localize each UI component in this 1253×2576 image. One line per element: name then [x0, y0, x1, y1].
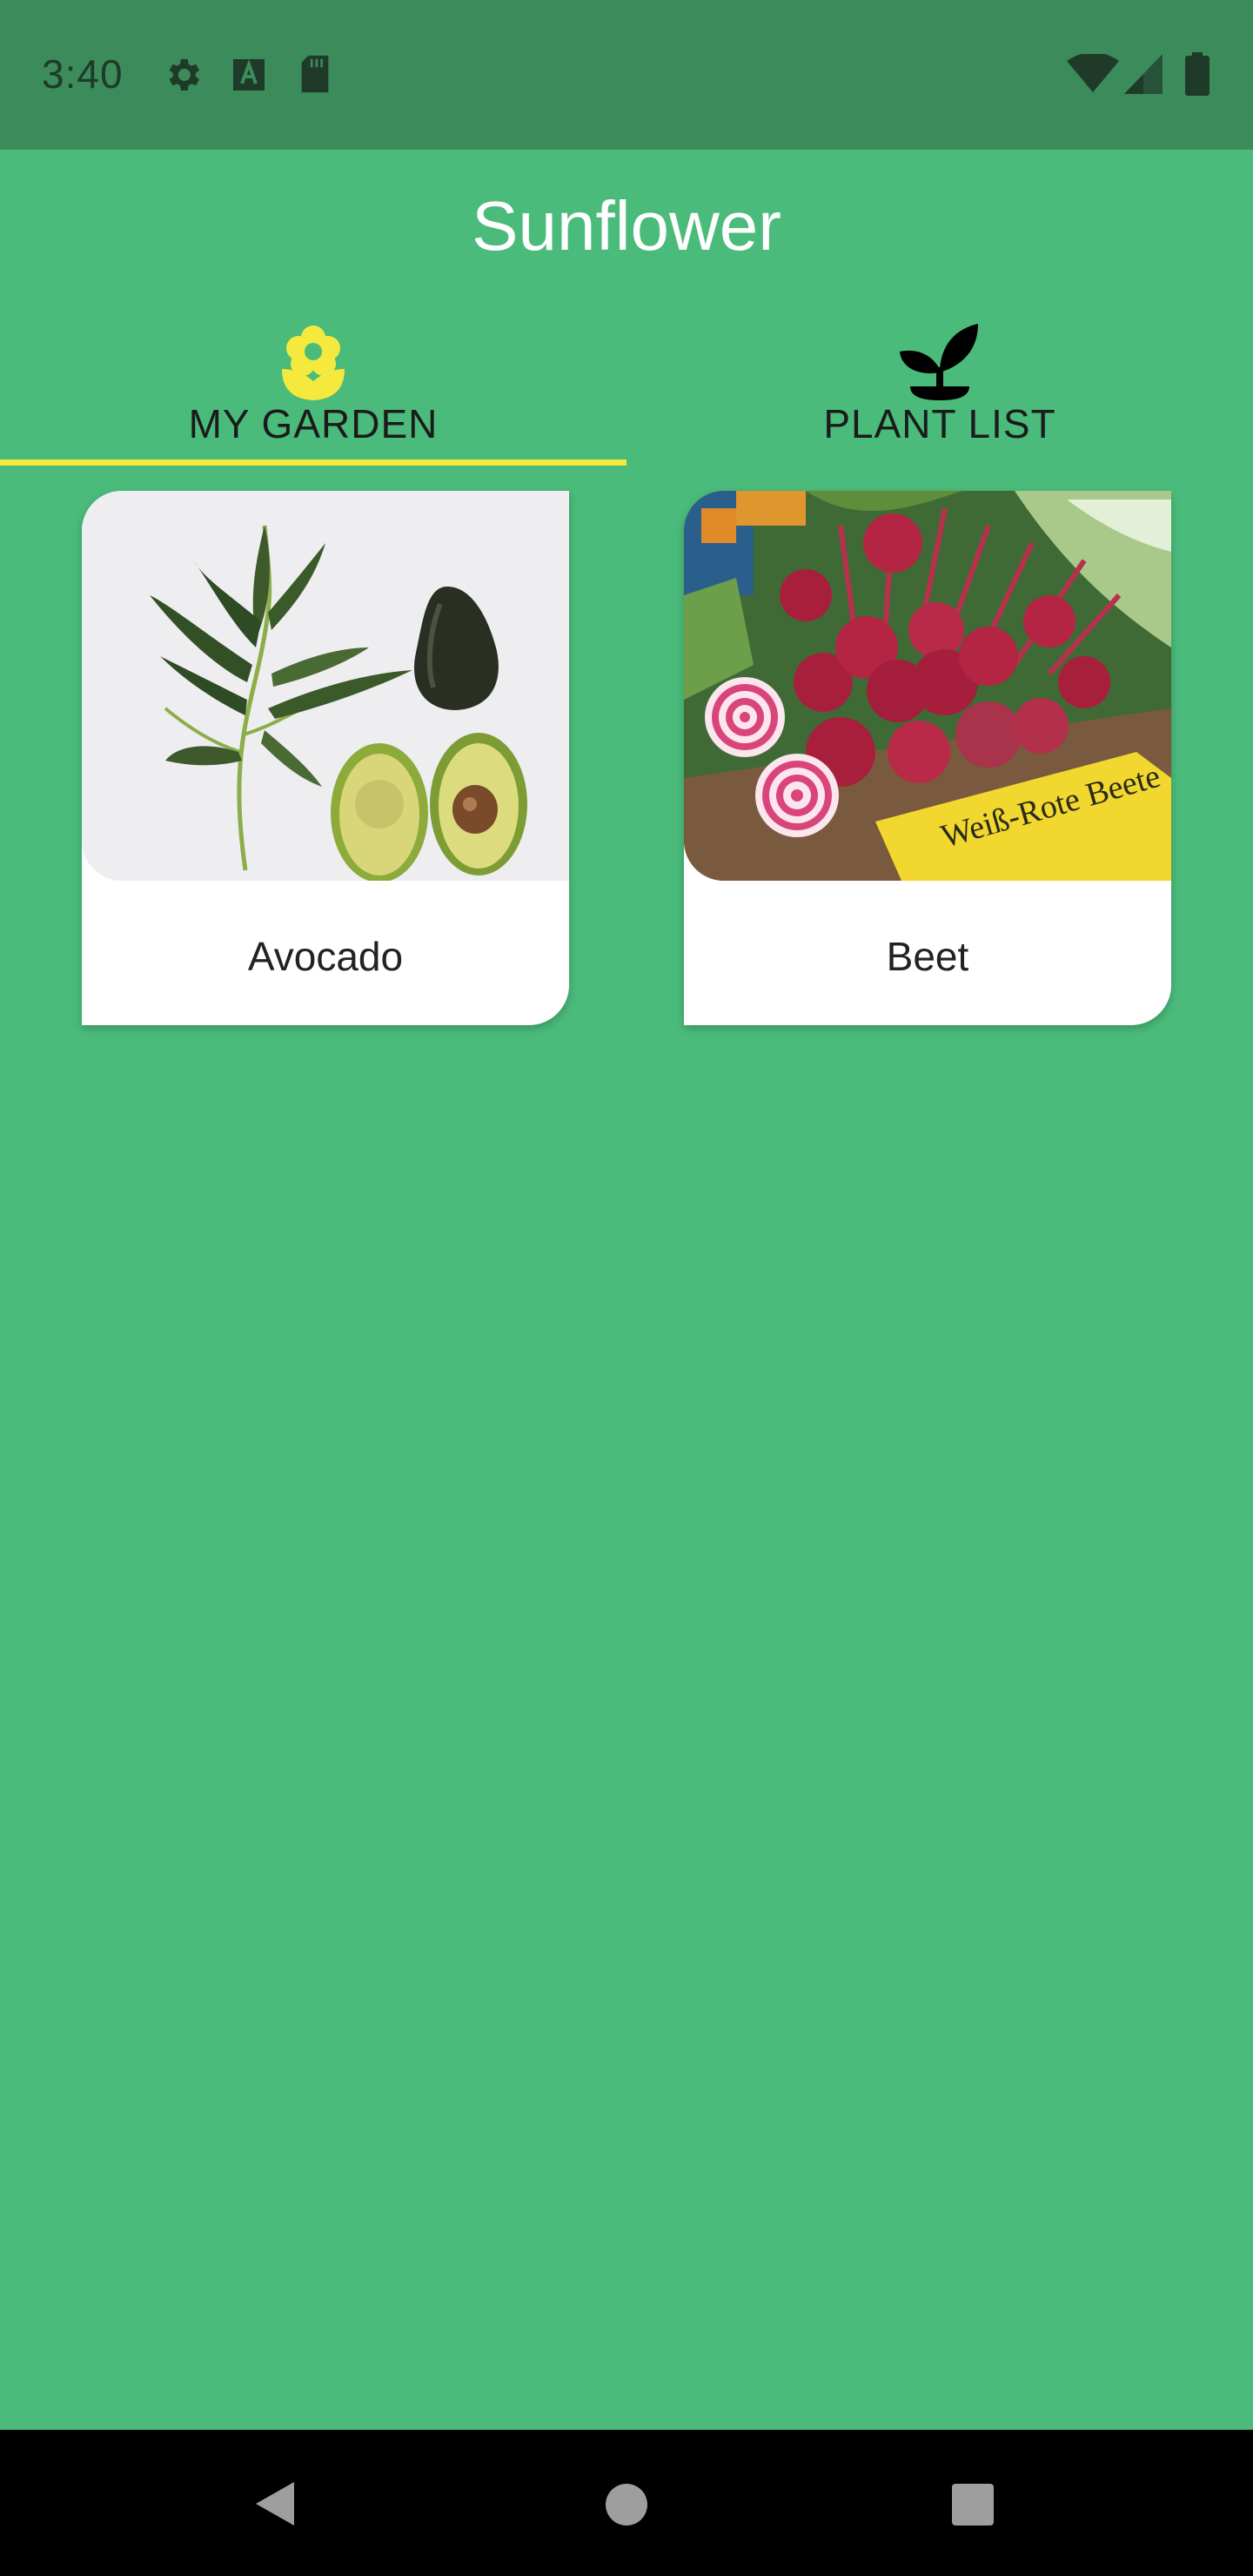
tab-my-garden-label: MY GARDEN — [188, 401, 439, 446]
plant-name: Beet — [886, 934, 969, 979]
tab-plant-list-label: PLANT LIST — [823, 401, 1056, 446]
back-icon[interactable] — [252, 2479, 298, 2529]
navigation-bar — [0, 2430, 1253, 2576]
status-bar: 3:40 — [0, 0, 1253, 150]
plant-card-avocado[interactable]: Avocado — [82, 491, 569, 1025]
tab-my-garden[interactable]: MY GARDEN — [0, 313, 626, 470]
avocado-photo — [82, 491, 569, 881]
home-icon[interactable] — [604, 2482, 649, 2527]
wifi-icon — [1067, 54, 1119, 92]
flower-icon — [282, 325, 345, 400]
plant-name: Avocado — [247, 934, 404, 979]
tab-plant-list[interactable]: PLANT LIST — [626, 313, 1253, 470]
sd-card-icon — [301, 55, 329, 93]
tab-indicator — [0, 460, 626, 466]
app-title: Sunflower — [472, 187, 781, 265]
recents-icon[interactable] — [950, 2482, 995, 2527]
gear-icon — [169, 59, 199, 91]
beet-photo: Weiß-Rote Beete — [684, 491, 1171, 881]
signal-icon — [1124, 54, 1163, 94]
sprout-icon — [900, 324, 978, 400]
plant-card-beet[interactable]: Weiß-Rote Beete Beet — [684, 491, 1171, 1025]
keyboard-a-icon — [233, 59, 265, 91]
battery-icon — [1185, 52, 1209, 96]
status-time: 3:40 — [42, 51, 124, 97]
